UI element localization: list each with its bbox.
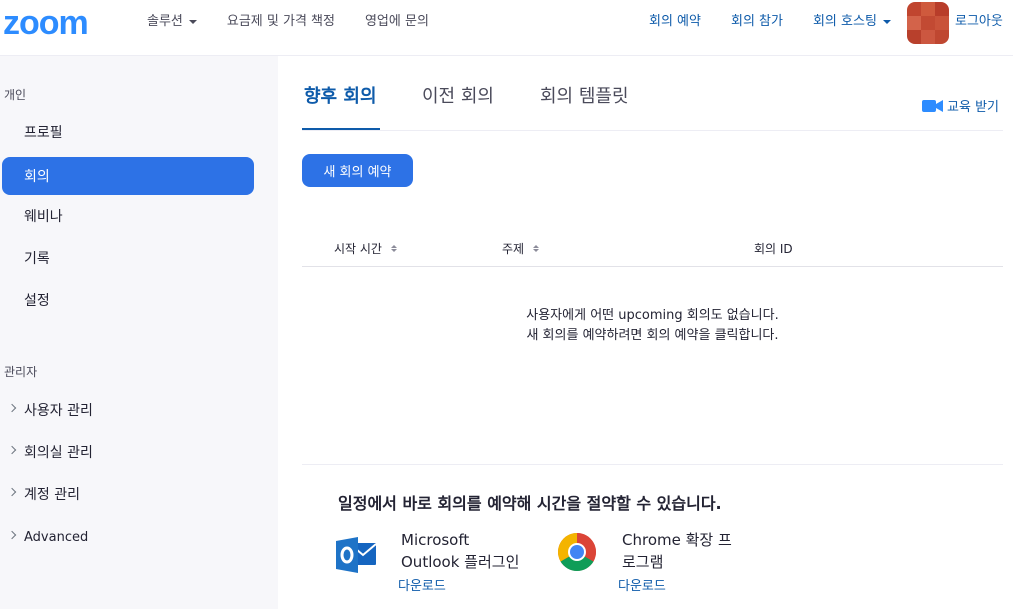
chevron-right-icon xyxy=(7,445,17,455)
sidebar-item-label: 회의 xyxy=(24,169,50,185)
empty-state-line: 새 회의를 예약하려면 회의 예약을 클릭합니다. xyxy=(526,328,779,343)
logout-link[interactable]: 로그아웃 xyxy=(955,14,1003,30)
zoom-logo[interactable]: zoom xyxy=(3,6,89,40)
join-meeting-label: 회의 참가 xyxy=(730,14,783,29)
empty-state-line: 사용자에게 어떤 upcoming 회의도 없습니다. xyxy=(526,308,779,323)
sidebar-item-label: 사용자 관리 xyxy=(24,403,93,419)
nav-solutions-dropdown[interactable]: 솔루션 xyxy=(147,14,197,30)
sidebar-item-label: Advanced xyxy=(24,529,89,545)
chrome-download-link[interactable]: 다운로드 xyxy=(618,575,666,594)
tab-upcoming[interactable]: 향후 회의 xyxy=(304,86,377,108)
sidebar-item-user-management[interactable]: 사용자 관리 xyxy=(2,391,254,429)
sidebar-item-label: 웨비나 xyxy=(24,209,63,225)
sidebar-item-meetings[interactable]: 회의 xyxy=(2,157,254,195)
primary-nav: 솔루션 요금제 및 가격 책정 영업에 문의 xyxy=(147,14,459,30)
plugin-name: Outlook 플러그인 xyxy=(401,553,520,571)
sidebar-item-label: 계정 관리 xyxy=(24,487,80,503)
chrome-icon xyxy=(558,533,596,571)
top-header: zoom 솔루션 요금제 및 가격 책정 영업에 문의 회의 예약 회의 참가 … xyxy=(0,0,1013,56)
plugin-name: Microsoft xyxy=(401,531,470,549)
meeting-tabs: 향후 회의 이전 회의 회의 템플릿 교육 받기 xyxy=(302,56,1003,131)
chevron-right-icon xyxy=(7,530,17,540)
personal-section-label: 개인 xyxy=(4,88,27,102)
host-meeting-label: 회의 호스팅 xyxy=(812,14,877,29)
admin-section-label: 관리자 xyxy=(4,365,38,379)
video-camera-icon xyxy=(922,99,944,112)
plugin-name: 로그램 xyxy=(622,553,664,571)
section-divider xyxy=(302,464,1003,465)
tab-previous[interactable]: 이전 회의 xyxy=(422,86,494,108)
sort-icon xyxy=(533,245,540,252)
nav-solutions-label: 솔루션 xyxy=(147,14,183,29)
chevron-right-icon xyxy=(7,403,17,413)
sidebar-item-label: 회의실 관리 xyxy=(24,445,93,461)
main-content: 향후 회의 이전 회의 회의 템플릿 교육 받기 새 회의 예약 시작 시간 주… xyxy=(278,56,1013,609)
empty-state-message: 사용자에게 어떤 upcoming 회의도 없습니다. 새 회의를 예약하려면 … xyxy=(302,306,1003,346)
column-label: 주제 xyxy=(502,242,525,256)
column-label: 회의 ID xyxy=(754,242,793,256)
active-tab-indicator xyxy=(302,128,380,130)
outlook-icon xyxy=(336,537,377,573)
user-avatar[interactable] xyxy=(907,2,949,44)
sidebar-item-profile[interactable]: 프로필 xyxy=(2,113,254,151)
chrome-extension-card: Chrome 확장 프 로그램 다운로드 xyxy=(557,531,732,594)
sidebar-item-advanced[interactable]: Advanced xyxy=(2,518,254,556)
sidebar-item-room-management[interactable]: 회의실 관리 xyxy=(2,433,254,471)
get-training-link[interactable]: 교육 받기 xyxy=(922,96,999,115)
column-start-time[interactable]: 시작 시간 xyxy=(334,240,397,257)
sidebar-item-webinars[interactable]: 웨비나 xyxy=(2,197,254,235)
sidebar-item-recordings[interactable]: 기록 xyxy=(2,239,254,277)
sidebar-item-settings[interactable]: 설정 xyxy=(2,281,254,319)
nav-contact-sales-link[interactable]: 영업에 문의 xyxy=(365,14,429,30)
outlook-plugin-card: Microsoft Outlook 플러그인 다운로드 xyxy=(336,531,520,594)
sidebar: 개인 프로필 회의 웨비나 기록 설정 관리자 사용자 관리 회의실 관리 계정… xyxy=(0,56,278,609)
join-meeting-link[interactable]: 회의 참가 xyxy=(731,14,783,30)
sort-icon xyxy=(390,245,397,252)
schedule-new-meeting-button[interactable]: 새 회의 예약 xyxy=(302,154,413,187)
nav-pricing-label: 요금제 및 가격 책정 xyxy=(226,14,335,29)
nav-contact-sales-label: 영업에 문의 xyxy=(364,14,429,29)
sidebar-item-account-management[interactable]: 계정 관리 xyxy=(2,475,254,513)
get-training-label: 교육 받기 xyxy=(947,100,999,115)
schedule-meeting-link[interactable]: 회의 예약 xyxy=(649,14,701,30)
sidebar-item-label: 기록 xyxy=(24,251,50,267)
meetings-table-header: 시작 시간 주제 회의 ID xyxy=(302,232,1003,267)
column-meeting-id: 회의 ID xyxy=(754,240,793,257)
plugin-name: Chrome 확장 프 xyxy=(622,531,732,549)
tab-templates[interactable]: 회의 템플릿 xyxy=(540,86,629,108)
caret-down-icon xyxy=(188,20,197,24)
column-topic[interactable]: 주제 xyxy=(502,240,540,257)
action-nav: 회의 예약 회의 참가 회의 호스팅 xyxy=(649,14,921,30)
caret-down-icon xyxy=(882,20,891,24)
schedule-meeting-label: 회의 예약 xyxy=(649,14,701,29)
column-label: 시작 시간 xyxy=(334,242,382,256)
host-meeting-dropdown[interactable]: 회의 호스팅 xyxy=(813,14,891,30)
sidebar-item-label: 프로필 xyxy=(24,125,63,141)
promo-title: 일정에서 바로 회의를 예약해 시간을 절약할 수 있습니다. xyxy=(338,494,722,513)
outlook-download-link[interactable]: 다운로드 xyxy=(398,575,446,594)
sidebar-item-label: 설정 xyxy=(24,293,50,309)
nav-pricing-link[interactable]: 요금제 및 가격 책정 xyxy=(227,14,335,30)
chevron-right-icon xyxy=(7,487,17,497)
